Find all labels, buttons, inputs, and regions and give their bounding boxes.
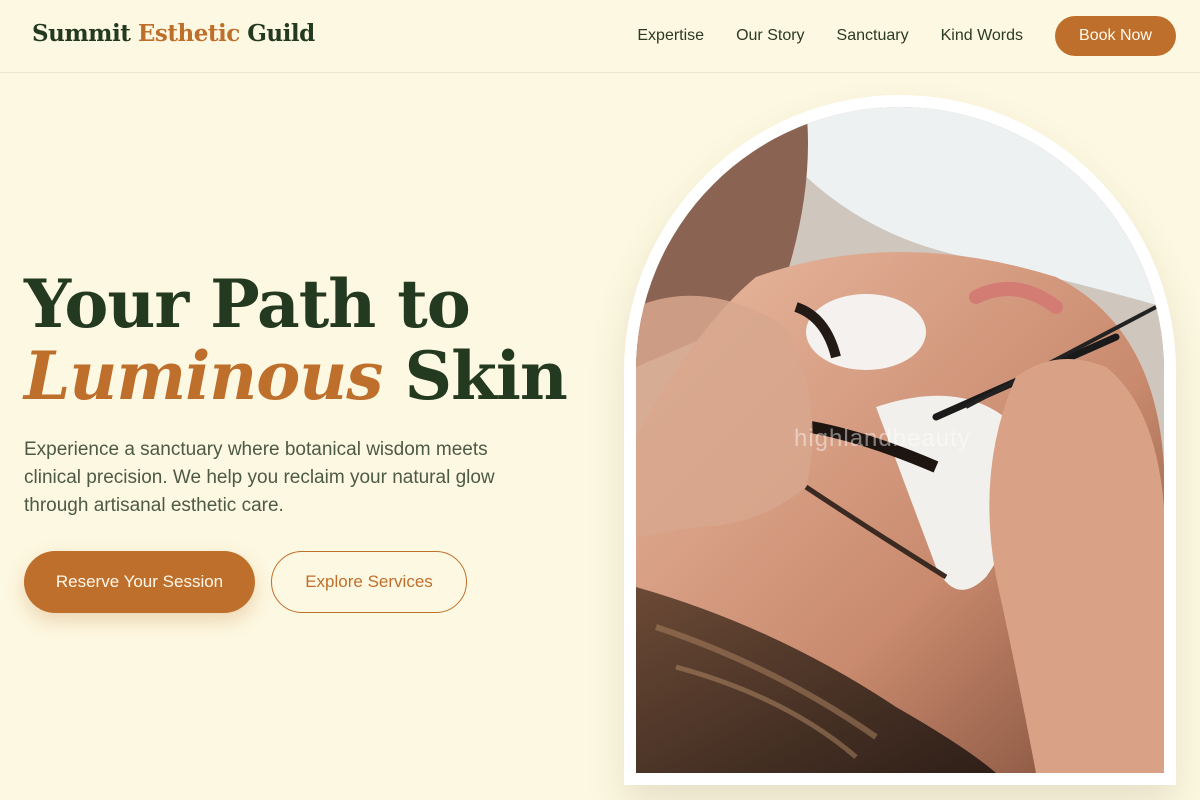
hero-title: Your Path to Luminous Skin: [24, 268, 584, 412]
nav-link-kind-words[interactable]: Kind Words: [941, 27, 1023, 45]
brand-part3: Guild: [247, 20, 315, 47]
hero-title-rest: Skin: [404, 337, 567, 415]
main-nav: Expertise Our Story Sanctuary Kind Words…: [637, 16, 1176, 56]
explore-services-button[interactable]: Explore Services: [271, 551, 467, 613]
site-header: Summit Esthetic Guild Expertise Our Stor…: [0, 0, 1200, 73]
hero-title-accent: Luminous: [24, 337, 383, 415]
brand-logo[interactable]: Summit Esthetic Guild: [32, 20, 315, 47]
reserve-session-button[interactable]: Reserve Your Session: [24, 551, 255, 613]
hero-description: Experience a sanctuary where botanical w…: [24, 439, 495, 516]
hero-photo: highlandbeauty: [636, 107, 1164, 773]
nav-link-our-story[interactable]: Our Story: [736, 27, 804, 45]
nav-link-sanctuary[interactable]: Sanctuary: [837, 27, 909, 45]
brand-part1: Summit: [32, 20, 131, 47]
hero-image-frame: highlandbeauty: [624, 95, 1176, 785]
hero-title-line1: Your Path to: [24, 265, 471, 343]
nav-link-expertise[interactable]: Expertise: [637, 27, 704, 45]
brand-part2: Esthetic: [137, 20, 240, 47]
hero-title-line2: Luminous Skin: [24, 340, 584, 412]
book-now-button[interactable]: Book Now: [1055, 16, 1176, 56]
image-watermark: highlandbeauty: [794, 425, 971, 452]
